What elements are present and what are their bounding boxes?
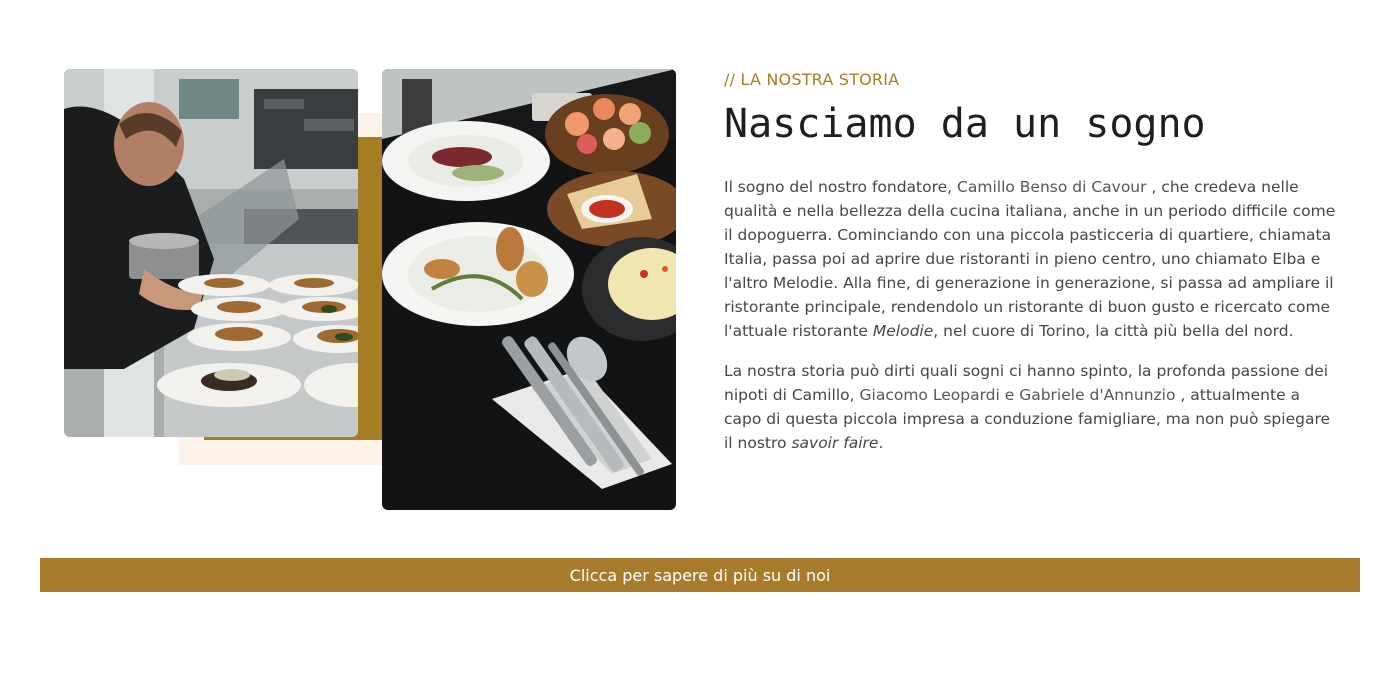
savoir-faire-phrase: savoir faire <box>791 434 879 452</box>
about-section: // LA NOSTRA STORIA Nasciamo da un sogno… <box>0 0 1381 678</box>
section-eyebrow: // LA NOSTRA STORIA <box>724 70 900 89</box>
paragraph-text: , nel cuore di Torino, la città più bell… <box>933 322 1294 340</box>
restaurant-table-image <box>382 69 676 510</box>
story-paragraph-1: Il sogno del nostro fondatore, Camillo B… <box>724 175 1336 343</box>
learn-more-label: Clicca per sapere di più su di noi <box>569 565 831 585</box>
learn-more-button[interactable]: Clicca per sapere di più su di noi <box>40 558 1360 592</box>
section-title: Nasciamo da un sogno <box>724 101 1206 147</box>
story-paragraph-2: La nostra storia può dirti quali sogni c… <box>724 359 1336 455</box>
chef-plating-photo <box>64 69 358 437</box>
story-content: // LA NOSTRA STORIA Nasciamo da un sogno… <box>724 68 1336 455</box>
chef-plating-image <box>64 69 358 437</box>
founder-name: Camillo Benso di Cavour <box>957 178 1147 196</box>
restaurant-table-photo <box>382 69 676 510</box>
nephews-names: Giacomo Leopardi e Gabriele d'Annunzio <box>859 386 1176 404</box>
paragraph-text: . <box>878 434 884 452</box>
paragraph-text: , che credeva nelle qualità e nella bell… <box>724 178 1336 340</box>
paragraph-text: Il sogno del nostro fondatore, <box>724 178 958 196</box>
restaurant-name: Melodie <box>872 322 934 340</box>
